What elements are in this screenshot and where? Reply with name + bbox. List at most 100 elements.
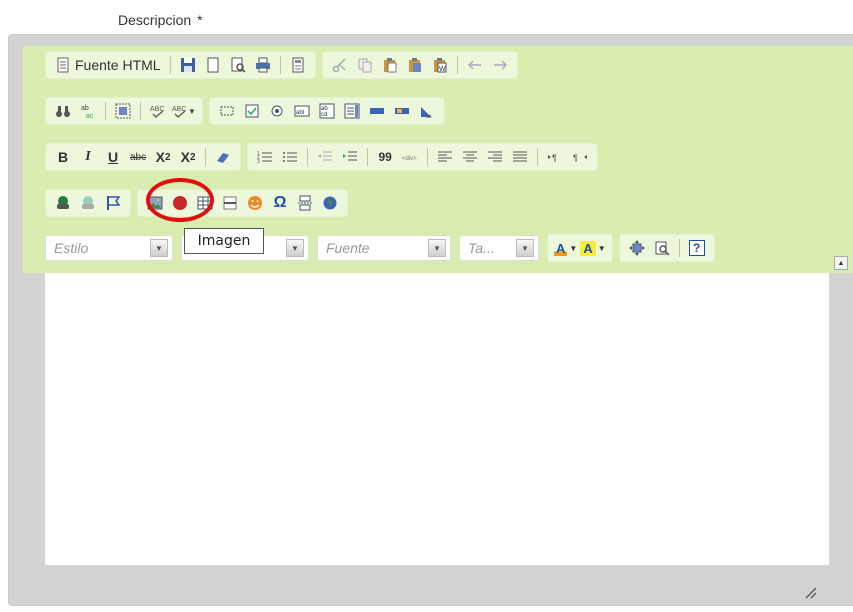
new-page-button[interactable] bbox=[202, 54, 224, 76]
help-icon: ? bbox=[688, 240, 705, 256]
radio-button[interactable] bbox=[266, 100, 288, 122]
show-blocks-icon bbox=[655, 241, 670, 256]
svg-text:cd: cd bbox=[321, 112, 327, 118]
paste-text-icon bbox=[408, 58, 421, 72]
toolbar-row-5: Estilo ▼ ▼ Fuente ▼ Ta... ▼ A ▼ A ▼ ? bbox=[45, 234, 721, 262]
undo-button[interactable] bbox=[464, 54, 486, 76]
subscript-button[interactable]: X2 bbox=[152, 146, 174, 168]
toolbar-row-1: Fuente HTML W bbox=[45, 51, 524, 79]
show-blocks-button[interactable] bbox=[651, 237, 673, 259]
link-button[interactable] bbox=[52, 192, 74, 214]
paste-text-button[interactable] bbox=[404, 54, 426, 76]
preview-button[interactable] bbox=[227, 54, 249, 76]
svg-text:<div>: <div> bbox=[402, 156, 417, 162]
separator bbox=[140, 102, 141, 120]
svg-text:ab: ab bbox=[81, 105, 89, 112]
text-field-button[interactable]: abl bbox=[291, 100, 313, 122]
help-button[interactable]: ? bbox=[686, 237, 708, 259]
image-button[interactable] bbox=[144, 192, 166, 214]
unlink-icon bbox=[82, 196, 94, 209]
paste-word-button[interactable]: W bbox=[429, 54, 451, 76]
ltr-button[interactable]: ¶ bbox=[544, 146, 566, 168]
outdent-button[interactable] bbox=[314, 146, 336, 168]
globe-icon bbox=[323, 196, 337, 210]
strike-button[interactable]: abc bbox=[127, 146, 149, 168]
source-html-button[interactable]: Fuente HTML bbox=[52, 54, 164, 76]
separator bbox=[456, 56, 458, 74]
underline-button[interactable]: U bbox=[102, 146, 124, 168]
basic-styles-group: B I U abc X2 X2 bbox=[45, 143, 242, 171]
align-center-button[interactable] bbox=[459, 146, 481, 168]
blockquote-button[interactable]: 99 bbox=[374, 146, 396, 168]
text-color-button[interactable]: A ▼ bbox=[554, 237, 577, 259]
image-button-field-button[interactable] bbox=[391, 100, 413, 122]
find-button[interactable] bbox=[52, 100, 74, 122]
italic-button[interactable]: I bbox=[77, 146, 99, 168]
background-color-button[interactable]: A ▼ bbox=[580, 237, 606, 259]
collapse-toolbar-button[interactable]: ▲ bbox=[834, 256, 848, 270]
resize-grip-icon[interactable] bbox=[803, 585, 817, 599]
dropdown-arrow-icon: ▼ bbox=[597, 243, 606, 253]
button-field-button[interactable] bbox=[366, 100, 388, 122]
checkbox-button[interactable] bbox=[241, 100, 263, 122]
image-icon bbox=[147, 196, 163, 210]
editor-content-area[interactable] bbox=[45, 273, 829, 565]
flag-icon bbox=[107, 196, 121, 210]
indent-button[interactable] bbox=[339, 146, 361, 168]
justify-button[interactable] bbox=[509, 146, 531, 168]
svg-text:abl: abl bbox=[296, 110, 304, 116]
unlink-button[interactable] bbox=[77, 192, 99, 214]
forms-group: abl ab cd ab bbox=[208, 97, 445, 125]
svg-text:ab: ab bbox=[426, 114, 432, 119]
table-button[interactable] bbox=[194, 192, 216, 214]
textarea-button[interactable]: ab cd bbox=[316, 100, 338, 122]
redo-button[interactable] bbox=[489, 54, 511, 76]
subscript-letter: X bbox=[155, 149, 166, 165]
maximize-button[interactable] bbox=[626, 237, 648, 259]
cut-button[interactable] bbox=[329, 54, 351, 76]
special-char-button[interactable]: Ω bbox=[269, 192, 291, 214]
paste-button[interactable] bbox=[379, 54, 401, 76]
separator bbox=[105, 102, 106, 120]
anchor-button[interactable] bbox=[102, 192, 124, 214]
bold-button[interactable]: B bbox=[52, 146, 74, 168]
select-field-icon bbox=[344, 103, 360, 119]
hidden-field-button[interactable]: ab bbox=[416, 100, 438, 122]
align-right-button[interactable] bbox=[484, 146, 506, 168]
spellcheck-button[interactable]: ABC bbox=[147, 100, 169, 122]
spell-as-you-type-button[interactable]: ABC ▼ bbox=[172, 100, 196, 122]
separator bbox=[169, 56, 171, 74]
horizontal-rule-button[interactable] bbox=[219, 192, 241, 214]
select-all-button[interactable] bbox=[112, 100, 134, 122]
select-button[interactable] bbox=[341, 100, 363, 122]
document-group: Fuente HTML bbox=[45, 51, 316, 79]
bulleted-list-button[interactable] bbox=[279, 146, 301, 168]
superscript-button[interactable]: X2 bbox=[177, 146, 199, 168]
size-select[interactable]: Ta... ▼ bbox=[459, 235, 539, 261]
iframe-button[interactable] bbox=[319, 192, 341, 214]
hidden-field-icon: ab bbox=[420, 107, 432, 119]
rtl-button[interactable]: ¶ bbox=[569, 146, 591, 168]
font-select[interactable]: Fuente ▼ bbox=[317, 235, 451, 261]
form-button[interactable] bbox=[216, 100, 238, 122]
ltr-icon: ¶ bbox=[548, 153, 557, 163]
field-label: Descripcion * bbox=[118, 12, 203, 28]
separator bbox=[307, 148, 309, 166]
separator bbox=[205, 148, 207, 166]
templates-button[interactable] bbox=[287, 54, 309, 76]
page-break-button[interactable] bbox=[294, 192, 316, 214]
radio-icon bbox=[271, 105, 283, 117]
save-button[interactable] bbox=[177, 54, 199, 76]
replace-button[interactable]: ab ac bbox=[77, 100, 99, 122]
preview-icon bbox=[231, 57, 246, 73]
copy-button[interactable] bbox=[354, 54, 376, 76]
print-button[interactable] bbox=[252, 54, 274, 76]
create-div-button[interactable]: <div> bbox=[399, 146, 421, 168]
align-left-button[interactable] bbox=[434, 146, 456, 168]
style-select[interactable]: Estilo ▼ bbox=[45, 235, 173, 261]
smiley-button[interactable] bbox=[244, 192, 266, 214]
flash-button[interactable] bbox=[169, 192, 191, 214]
numbered-list-button[interactable]: 123 bbox=[254, 146, 276, 168]
bulleted-list-icon bbox=[283, 152, 298, 162]
remove-format-button[interactable] bbox=[212, 146, 234, 168]
